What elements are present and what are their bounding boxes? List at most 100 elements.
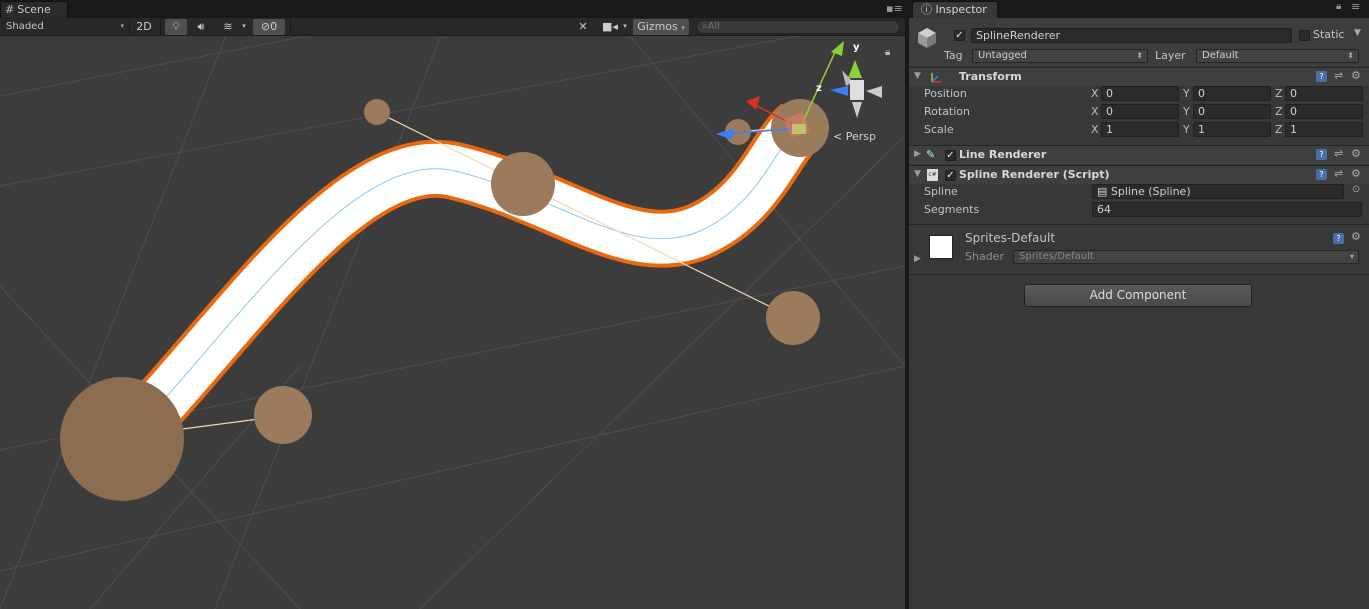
object-picker-icon[interactable]: ⊙ xyxy=(1352,184,1360,195)
static-checkbox[interactable] xyxy=(1299,30,1310,41)
scale-label: Scale xyxy=(924,123,954,136)
layer-dropdown[interactable]: Default ⬍ xyxy=(1196,49,1359,63)
foldout-expanded-icon[interactable]: ▼ xyxy=(914,68,921,85)
active-checkbox[interactable]: ✓ xyxy=(954,30,965,41)
presets-icon[interactable]: ⇌ xyxy=(1334,147,1343,160)
tools-icon[interactable]: ✕ xyxy=(573,19,593,35)
lock-icon[interactable]: 🔒︎ xyxy=(885,47,890,58)
position-x-field[interactable]: 0 xyxy=(1101,86,1179,101)
shading-mode-dropdown[interactable]: Shaded ▾ xyxy=(6,18,126,36)
presets-icon[interactable]: ⇌ xyxy=(1334,167,1343,180)
tab-inspector[interactable]: ⓘ Inspector xyxy=(912,1,998,18)
effects-icon[interactable]: ≋ xyxy=(217,19,239,35)
scale-y-field[interactable]: 1 xyxy=(1193,122,1271,137)
dropdown-arrow-icon: ⬍ xyxy=(1347,51,1354,60)
segments-field[interactable]: 64 xyxy=(1092,202,1362,217)
add-component-button[interactable]: Add Component xyxy=(1024,284,1252,307)
gizmos-dropdown[interactable]: Gizmos ▾ xyxy=(633,19,689,35)
presets-icon[interactable]: ⇌ xyxy=(1334,69,1343,82)
dropdown-arrow-icon: ▾ xyxy=(1349,252,1354,261)
shader-label: Shader xyxy=(965,250,1004,263)
dropdown-arrow-icon: ▾ xyxy=(681,24,685,32)
object-name-field[interactable]: SplineRenderer xyxy=(971,28,1292,43)
position-y-field[interactable]: 0 xyxy=(1193,86,1271,101)
inspector-panel: ⓘ Inspector 🔒︎ ≡ ✓ SplineRenderer Static… xyxy=(909,0,1369,609)
position-label: Position xyxy=(924,87,967,100)
control-sphere xyxy=(766,291,820,345)
scale-x-field[interactable]: 1 xyxy=(1101,122,1179,137)
gizmo-y-label: y xyxy=(853,42,860,53)
transform-title: Transform xyxy=(959,70,1022,83)
rotation-y-field[interactable]: 0 xyxy=(1193,104,1271,119)
hidden-objects-toggle[interactable]: ⊘0 xyxy=(253,19,285,35)
position-z-field[interactable]: 0 xyxy=(1285,86,1363,101)
lighting-icon[interactable]: 💡︎ xyxy=(165,19,187,35)
audio-icon[interactable]: 🔊︎ xyxy=(190,19,212,35)
static-dropdown-icon[interactable]: ▼ xyxy=(1354,28,1361,38)
lock-icon[interactable]: 🔒︎ xyxy=(1336,1,1341,12)
line-renderer-title: Line Renderer xyxy=(959,148,1047,161)
gear-icon[interactable]: ⚙ xyxy=(1351,69,1361,82)
axis-z-label: Z xyxy=(1275,123,1283,136)
inspector-menu-icon[interactable]: ≡ xyxy=(1351,0,1360,13)
control-sphere xyxy=(60,377,184,501)
layer-label: Layer xyxy=(1155,49,1186,62)
cube-icon xyxy=(918,28,936,48)
help-icon[interactable]: ? xyxy=(1316,169,1327,180)
line-renderer-enabled-checkbox[interactable]: ✓ xyxy=(945,150,956,161)
script-icon: c# xyxy=(927,169,938,181)
camera-icon[interactable]: ■◂ xyxy=(600,19,620,35)
rotation-z-field[interactable]: 0 xyxy=(1285,104,1363,119)
scene-menu-icon[interactable]: ▪≡ xyxy=(886,0,903,18)
gear-icon[interactable]: ⚙ xyxy=(1351,147,1361,160)
scene-viewport[interactable] xyxy=(0,36,905,609)
help-icon[interactable]: ? xyxy=(1316,149,1327,160)
arrow-left-icon: < xyxy=(833,130,843,143)
help-icon[interactable]: ? xyxy=(1316,71,1327,82)
scene-search-input[interactable]: ⌕All xyxy=(696,20,900,34)
static-label: Static xyxy=(1313,28,1345,41)
scale-z-field[interactable]: 1 xyxy=(1285,122,1363,137)
transform-fields: Position X 0 Y 0 Z 0 Rotation X 0 Y 0 Z … xyxy=(909,85,1369,141)
material-section: ▶ Sprites-Default Shader Sprites/Default… xyxy=(909,224,1369,272)
inspector-tab-bar: ⓘ Inspector 🔒︎ ≡ xyxy=(909,0,1369,18)
scene-view[interactable]: y z < Persp 🔒︎ xyxy=(0,0,905,609)
hidden-objects-icon: ⊘ xyxy=(260,20,271,33)
foldout-expanded-icon[interactable]: ▼ xyxy=(914,166,921,183)
toggle-2d-button[interactable]: 2D xyxy=(132,19,156,35)
dropdown-arrow-icon: ⬍ xyxy=(1136,51,1143,60)
spline-renderer-enabled-checkbox[interactable]: ✓ xyxy=(945,170,956,181)
gear-icon[interactable]: ⚙ xyxy=(1351,167,1361,180)
info-icon: ⓘ xyxy=(921,3,932,16)
camera-dropdown-icon[interactable]: ▾ xyxy=(620,19,630,35)
scene-tab-bar: # Scene ▪≡ xyxy=(0,0,905,18)
spline-label: Spline xyxy=(924,185,958,198)
control-sphere xyxy=(491,152,555,216)
spline-center-line xyxy=(124,125,801,442)
rotation-label: Rotation xyxy=(924,105,971,118)
foldout-collapsed-icon[interactable]: ▶ xyxy=(914,251,921,268)
axis-z-label: Z xyxy=(1275,105,1283,118)
spline-object-field[interactable]: ▤ Spline (Spline) xyxy=(1092,184,1344,199)
tab-scene[interactable]: # Scene xyxy=(0,1,68,18)
rotation-x-field[interactable]: 0 xyxy=(1101,104,1179,119)
control-sphere xyxy=(364,99,390,125)
line-renderer-header[interactable]: ▶ ✎ ✓ Line Renderer ? ⇌ ⚙ xyxy=(909,145,1369,164)
spline-renderer-title: Spline Renderer (Script) xyxy=(959,168,1110,181)
axis-z-label: Z xyxy=(1275,87,1283,100)
scale-row: Scale X 1 Y 1 Z 1 xyxy=(909,121,1369,139)
object-header: ✓ SplineRenderer Static ▼ Tag Untagged ⬍ … xyxy=(909,18,1369,66)
dropdown-arrow-icon: ▾ xyxy=(120,22,124,30)
effects-dropdown-icon[interactable]: ▾ xyxy=(238,19,250,35)
axis-x-label: X xyxy=(1091,105,1099,118)
axis-x-label: X xyxy=(1091,87,1099,100)
shader-dropdown[interactable]: Sprites/Default ▾ xyxy=(1013,250,1359,264)
gear-icon[interactable]: ⚙ xyxy=(1351,230,1361,243)
projection-label[interactable]: < Persp xyxy=(833,130,876,143)
tag-dropdown[interactable]: Untagged ⬍ xyxy=(972,49,1148,63)
axis-y-label: Y xyxy=(1183,123,1190,136)
transform-header[interactable]: ▼ Transform ? ⇌ ⚙ xyxy=(909,67,1369,86)
foldout-collapsed-icon[interactable]: ▶ xyxy=(914,146,921,163)
spline-renderer-header[interactable]: ▼ c# ✓ Spline Renderer (Script) ? ⇌ ⚙ xyxy=(909,165,1369,184)
help-icon[interactable]: ? xyxy=(1333,233,1344,244)
